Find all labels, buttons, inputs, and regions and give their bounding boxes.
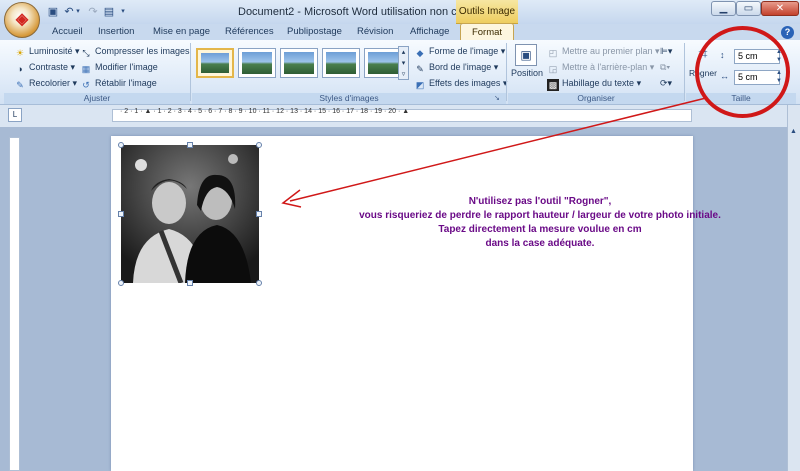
annotation-circle bbox=[695, 26, 790, 118]
annotation-arrow bbox=[281, 97, 707, 208]
